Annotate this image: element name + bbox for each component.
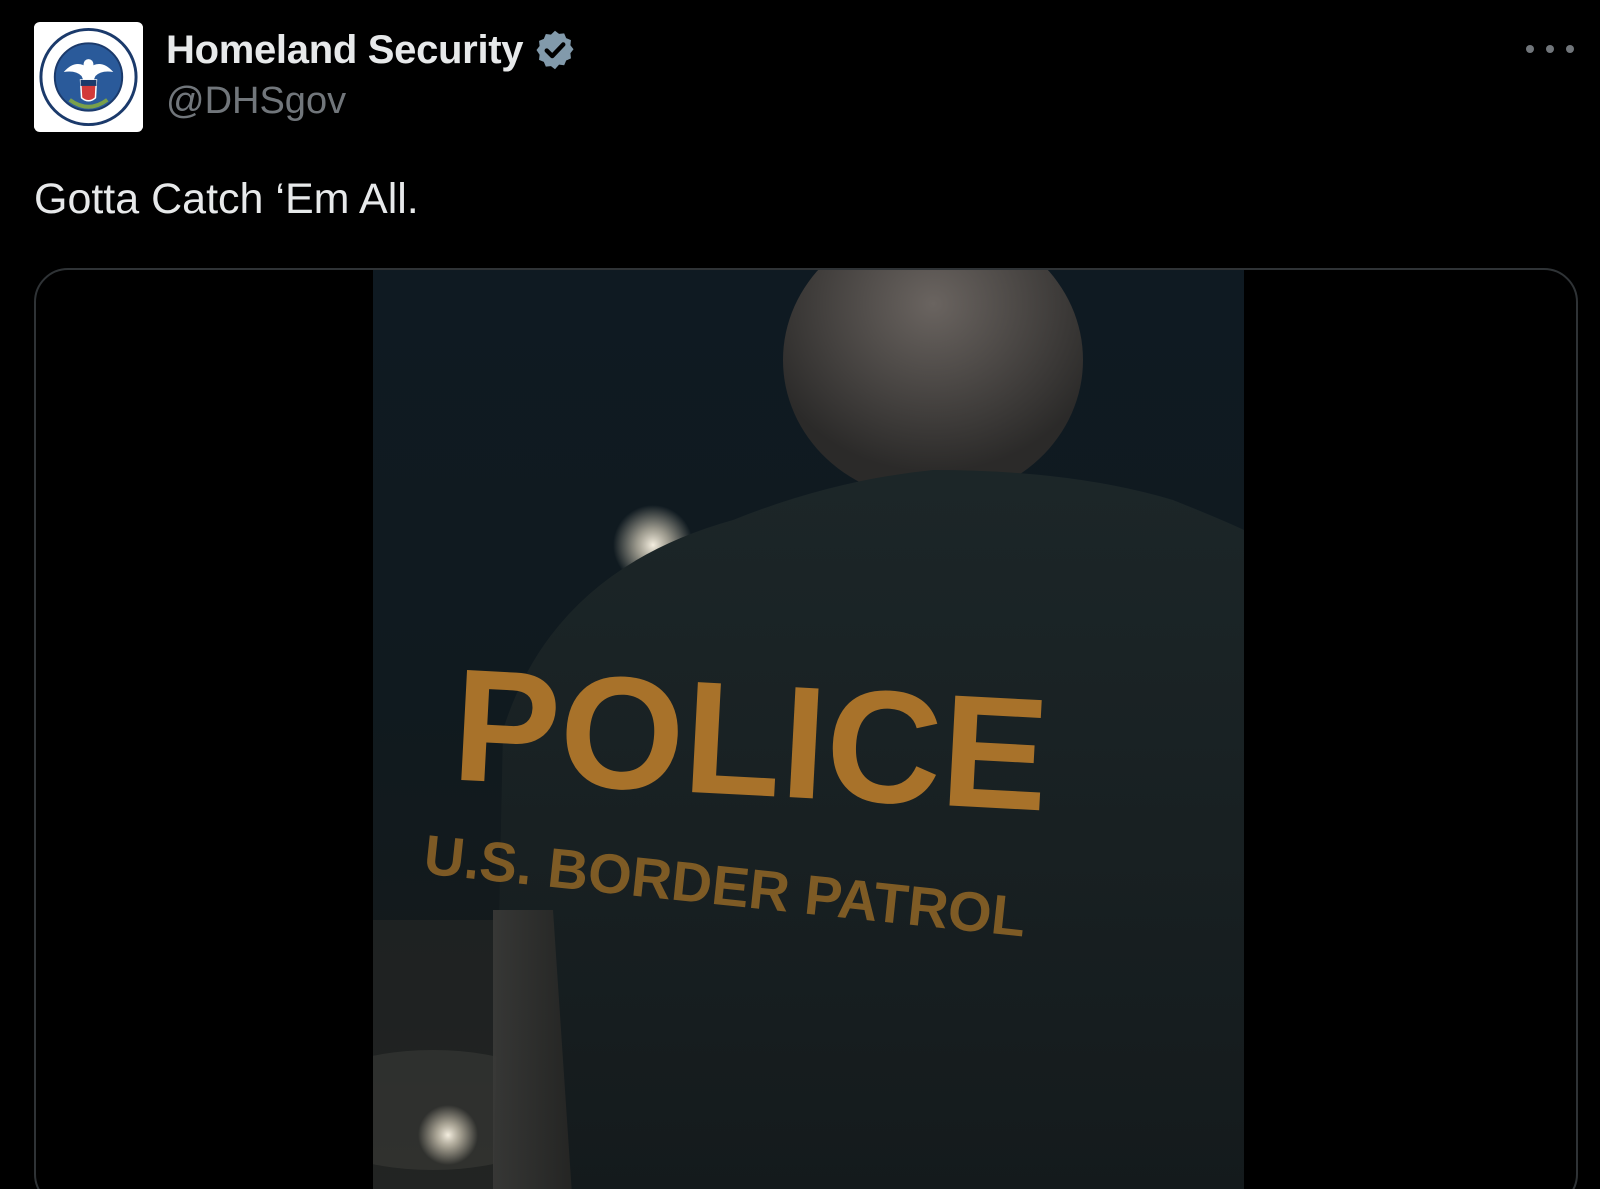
verified-badge-icon[interactable] [533,28,577,72]
author-avatar[interactable] [34,22,143,132]
dhs-seal-icon [34,22,143,132]
jacket-police-text: POLICE [449,635,1053,845]
tweet-text: Gotta Catch ‘Em All. [34,175,419,223]
more-dot [1526,45,1534,53]
more-options-icon[interactable] [1526,34,1574,64]
author-display-name[interactable]: Homeland Security [166,28,524,73]
more-dot [1546,45,1554,53]
video-frame: POLICE U.S. BORDER PATROL [373,270,1244,1189]
video-player[interactable]: POLICE U.S. BORDER PATROL [373,270,1244,1189]
tweet-container: Homeland Security @DHSgov Gotta Catch ‘E… [0,0,1600,1189]
author-handle[interactable]: @DHSgov [166,80,346,123]
author-name-row[interactable]: Homeland Security [166,24,577,76]
media-card[interactable]: POLICE U.S. BORDER PATROL [34,268,1578,1189]
more-dot [1566,45,1574,53]
